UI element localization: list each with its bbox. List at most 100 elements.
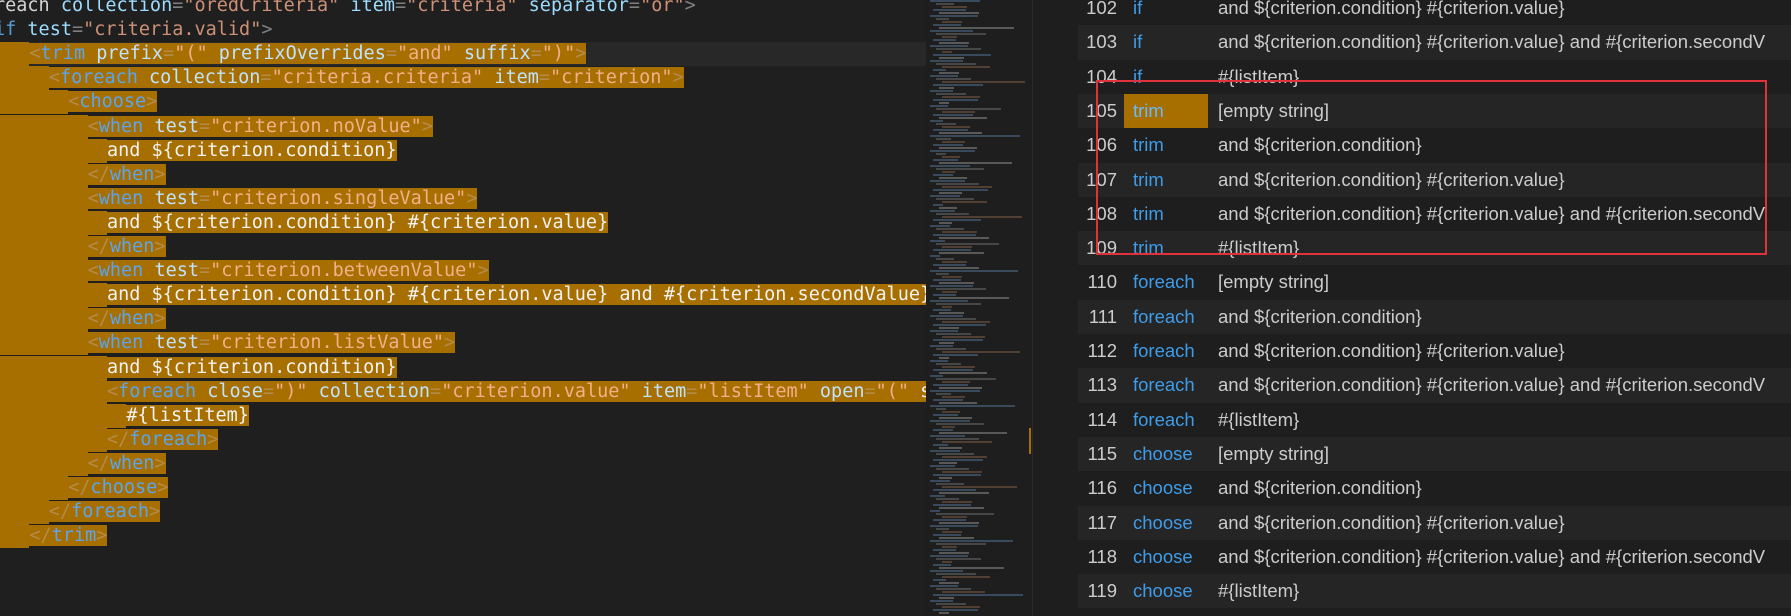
code-line[interactable]: reach collection="oredCriteria" item="cr… [0, 0, 696, 18]
row-keyword[interactable]: foreach [1124, 368, 1208, 402]
results-table[interactable]: 102 if and ${criterion.condition} #{criter… [1033, 0, 1791, 616]
result-row[interactable]: 119 choose #{listItem} [1078, 574, 1791, 609]
code-line[interactable]: <when test="criterion.noValue"> [0, 114, 433, 139]
minimap-line [936, 168, 984, 170]
minimap-line [936, 378, 996, 380]
code-line[interactable]: </foreach> [0, 427, 219, 452]
result-row[interactable]: 113 foreach and ${criterion.condition} #{c… [1078, 368, 1791, 403]
row-keyword[interactable]: foreach [1124, 265, 1208, 299]
result-row[interactable]: 104 if #{listItem} [1078, 60, 1791, 94]
code-token: > [96, 525, 108, 547]
row-keyword[interactable]: if [1124, 25, 1208, 59]
code-line[interactable]: <when test="criterion.singleValue"> [0, 186, 478, 211]
result-row[interactable]: 118 choose and ${criterion.condition} #{cr… [1078, 540, 1791, 574]
code-line[interactable]: and ${criterion.condition} #{criterion.v… [0, 283, 926, 308]
code-line[interactable]: <when test="criterion.betweenValue"> [0, 259, 489, 284]
code-line[interactable]: </choose> [0, 476, 169, 501]
code-line[interactable]: <foreach close=")" collection="criterion… [0, 379, 926, 404]
code-line[interactable]: <when test="criterion.listValue"> [0, 331, 456, 356]
minimap-line [930, 180, 965, 182]
result-row[interactable]: 110 foreach [empty string] [1078, 265, 1791, 299]
row-keyword[interactable]: trim [1124, 93, 1208, 129]
code-token: and ${criterion.condition} [107, 356, 397, 378]
code-content: reach collection="oredCriteria" item="cr… [0, 0, 696, 16]
indent-highlight [0, 210, 107, 235]
result-row[interactable]: 106 trim and ${criterion.condition} [1078, 128, 1791, 162]
code-line[interactable]: and ${criterion.condition} [0, 355, 397, 380]
minimap-line [942, 201, 987, 203]
result-row[interactable]: 105 trim [empty string] [1078, 93, 1791, 129]
minimap-line [933, 534, 961, 536]
minimap-line [942, 261, 967, 263]
code-token: > [154, 163, 166, 185]
code-token: when [109, 452, 155, 474]
result-row[interactable]: 117 choose and ${criterion.condition} #{cr… [1078, 505, 1791, 540]
code-line[interactable]: <choose> [0, 90, 158, 115]
code-token: = [430, 380, 442, 402]
minimap[interactable] [926, 0, 1032, 616]
code-line[interactable]: #{listItem} [0, 403, 249, 428]
code-line[interactable]: </trim> [0, 524, 108, 549]
result-row[interactable]: 107 trim and ${criterion.condition} #{crit… [1078, 162, 1791, 197]
result-row[interactable]: 115 choose [empty string] [1078, 436, 1791, 472]
code-token: = [262, 380, 275, 402]
result-row[interactable]: 111 foreach and ${criterion.condition} [1078, 299, 1791, 334]
code-token: "listItem" [697, 380, 809, 402]
row-keyword[interactable]: trim [1124, 128, 1208, 162]
code-token: "criterion.betweenValue" [210, 260, 478, 282]
code-token: test [27, 19, 72, 41]
row-keyword[interactable]: trim [1124, 231, 1208, 265]
row-keyword[interactable]: choose [1124, 506, 1208, 540]
indent-highlight [0, 500, 49, 525]
minimap-line [933, 279, 961, 281]
code-token: "criterion.singleValue" [210, 187, 467, 209]
row-keyword[interactable]: if [1124, 0, 1208, 25]
result-row[interactable]: 109 trim #{listItem} [1078, 231, 1791, 266]
row-keyword[interactable]: choose [1124, 437, 1208, 471]
minimap-line [930, 360, 948, 362]
row-number: 114 [1087, 408, 1118, 430]
result-row[interactable]: 108 trim and ${criterion.condition} #{crit… [1078, 197, 1791, 231]
result-row[interactable]: 112 foreach and ${criterion.condition} #{c… [1078, 334, 1791, 368]
minimap-line [936, 3, 954, 5]
result-row[interactable]: 114 foreach #{listItem} [1078, 403, 1791, 437]
row-keyword[interactable]: trim [1124, 163, 1208, 197]
code-line[interactable]: and ${criterion.condition} #{criterion.v… [0, 210, 609, 235]
code-line[interactable]: </when> [0, 235, 166, 260]
code-line[interactable]: </when> [0, 162, 166, 187]
row-keyword[interactable]: trim [1124, 197, 1208, 231]
minimap-line [939, 117, 987, 119]
row-keyword[interactable]: if [1124, 60, 1208, 94]
minimap-line [936, 348, 966, 350]
minimap-line [939, 237, 989, 239]
row-keyword[interactable]: choose [1124, 574, 1208, 608]
result-row[interactable]: 103 if and ${criterion.condition} #{criter… [1078, 25, 1791, 60]
row-keyword[interactable]: foreach [1124, 300, 1208, 334]
code-editor[interactable]: reach collection="oredCriteria" item="cr… [0, 0, 926, 616]
minimap-line [930, 195, 960, 197]
code-token: > [154, 236, 166, 257]
code-line[interactable]: if test="criteria.valid"> [0, 18, 272, 42]
row-number: 105 [1086, 99, 1117, 121]
code-line[interactable]: and ${criterion.condition} [0, 138, 397, 163]
row-keyword[interactable]: choose [1124, 540, 1208, 574]
code-line[interactable]: <trim prefix="(" prefixOverrides="and" s… [0, 42, 926, 67]
row-keyword[interactable]: foreach [1124, 334, 1208, 368]
code-content: </foreach> [48, 501, 161, 523]
row-keyword[interactable]: choose [1124, 471, 1208, 505]
code-token: when [98, 115, 144, 137]
code-token: > [207, 428, 219, 450]
code-token: </ [87, 163, 110, 185]
minimap-line [930, 435, 965, 437]
minimap-line [930, 375, 943, 377]
code-line[interactable]: </when> [0, 307, 166, 332]
code-line[interactable]: <foreach collection="criteria.criteria" … [0, 66, 684, 91]
row-keyword[interactable]: foreach [1124, 403, 1208, 437]
code-line[interactable]: </foreach> [0, 500, 161, 525]
result-row[interactable]: 116 choose and ${criterion.condition} [1078, 471, 1791, 505]
indent-highlight [0, 162, 88, 187]
code-line[interactable]: </when> [0, 451, 166, 476]
result-row[interactable]: 102 if and ${criterion.condition} #{criter… [1078, 0, 1791, 25]
